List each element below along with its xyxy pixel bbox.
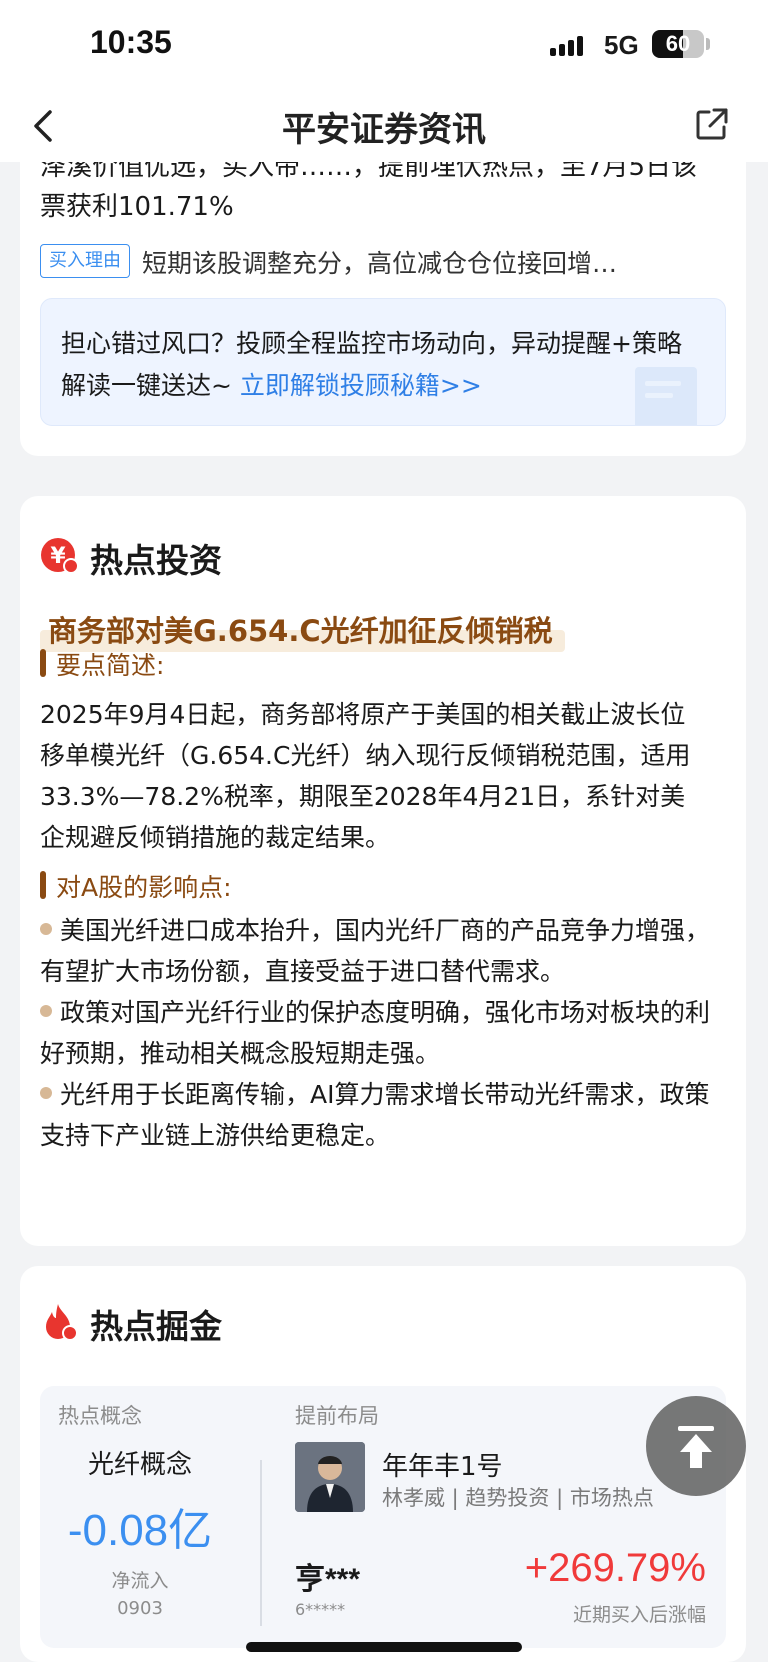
hot-gold-title: 热点掘金 [90, 1307, 222, 1346]
buy-reason-text[interactable]: 短期该股调整充分，高位减仓仓位接回增… [142, 244, 702, 280]
concept-name[interactable]: 光纤概念 [40, 1444, 240, 1481]
impact-item: 美国光纤进口成本抬升，国内光纤厂商的产品竞争力增强，有望扩大市场份额，直接受益于… [40, 916, 711, 986]
network-label: 5G [604, 30, 639, 60]
promo-text: 担心错过风口？投顾全程监控市场动向，异动提醒+策略解读一键送达~ 立即解锁投顾秘… [61, 323, 691, 407]
product-name[interactable]: 年年丰1号 [382, 1446, 503, 1483]
yen-coin-icon: ¥ [41, 538, 79, 574]
status-time: 10:35 [90, 24, 172, 60]
advisor-promo-banner[interactable]: 担心错过风口？投顾全程监控市场动向，异动提醒+策略解读一键送达~ 立即解锁投顾秘… [40, 298, 726, 426]
battery-icon: 60 [652, 30, 704, 58]
user-id: 6***** [295, 1600, 346, 1619]
advisor-tags: 林孝威 | 趋势投资 | 市场热点 [382, 1486, 654, 1510]
pick-profit-line: 票获利101.71% [40, 192, 234, 222]
advisor-avatar[interactable] [295, 1442, 365, 1512]
home-indicator [246, 1642, 522, 1652]
gain-value: +269.79% [524, 1546, 706, 1590]
panel-divider [260, 1460, 262, 1626]
battery-percent: 60 [665, 31, 691, 56]
net-inflow-label: 净流入 [111, 1570, 169, 1592]
hot-gold-card: 热点掘金 热点概念 提前布局 光纤概念 -0.08亿 净流入 0903 年年丰1… [20, 1266, 746, 1662]
inflow-date: 0903 [117, 1598, 163, 1619]
share-icon[interactable] [692, 104, 732, 144]
gain-label: 近期买入后涨幅 [572, 1604, 706, 1626]
unlock-advisor-link[interactable]: 立即解锁投顾秘籍>> [240, 371, 482, 400]
back-to-top-button[interactable] [646, 1396, 746, 1496]
news-headline-text: 商务部对美G.654.C光纤加征反倾销税 [48, 614, 553, 648]
bullet-dot [40, 1087, 52, 1099]
impact-item: 政策对国产光纤行业的保护态度明确，强化市场对板块的利好预期，推动相关概念股短期走… [40, 998, 711, 1068]
hot-invest-card: ¥ 热点投资 商务部对美G.654.C光纤加征反倾销税 要点简述: 2025年9… [20, 496, 746, 1246]
page-title: 平安证券资讯 [282, 110, 486, 150]
flame-icon [46, 1304, 78, 1341]
arrow-up-icon [678, 1426, 714, 1468]
signal-icon [550, 32, 590, 56]
bullet-dot [40, 1005, 52, 1017]
hot-invest-title: 热点投资 [90, 541, 222, 580]
user-name: 亨*** [295, 1563, 361, 1596]
concept-header: 热点概念 [58, 1404, 142, 1428]
person-icon [295, 1442, 365, 1512]
news-headline[interactable]: 商务部对美G.654.C光纤加征反倾销税 [40, 608, 565, 652]
bullet-dot [40, 923, 52, 935]
nav-bar: 平安证券资讯 [0, 90, 768, 162]
battery-tip [706, 38, 710, 50]
impact-item: 光纤用于长距离传输，AI算力需求增长带动光纤需求，政策支持下产业链上游供给更稳定… [40, 1080, 710, 1150]
status-bar: 10:35 5G 60 [0, 0, 768, 90]
net-inflow-value: -0.08亿 [67, 1506, 213, 1555]
summary-text: 2025年9月4日起，商务部将原产于美国的相关截止波长位移单模光纤（G.654.… [40, 700, 691, 852]
buy-reason-tag: 买入理由 [40, 244, 130, 278]
layout-header: 提前布局 [295, 1404, 379, 1428]
hot-gold-panel[interactable]: 热点概念 提前布局 光纤概念 -0.08亿 净流入 0903 年年丰1号 林孝威… [40, 1386, 726, 1648]
book-icon [635, 367, 697, 425]
